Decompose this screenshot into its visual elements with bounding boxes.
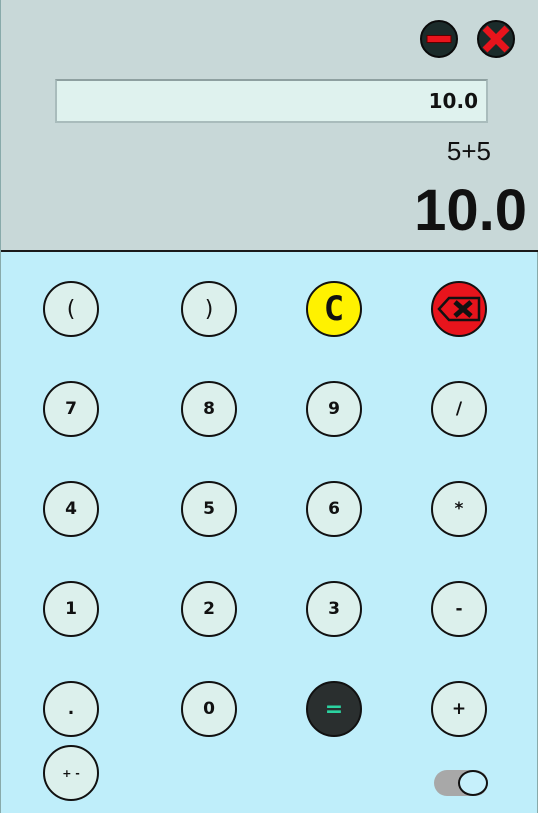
expression-entry[interactable]: [55, 79, 488, 123]
backspace-x-icon: [437, 296, 481, 322]
digit-1-button[interactable]: 1: [43, 581, 99, 637]
multiply-button[interactable]: *: [431, 481, 487, 537]
x-icon: [482, 25, 510, 53]
close-paren-button[interactable]: ): [181, 281, 237, 337]
result-label: 10.0: [414, 178, 527, 243]
calculator-window: 5+5 10.0 ( ) C 7 8 9 / 4 5 6 * 1 2 3 - .…: [0, 0, 538, 813]
theme-toggle-switch[interactable]: [434, 770, 488, 796]
divide-button[interactable]: /: [431, 381, 487, 437]
digit-5-button[interactable]: 5: [181, 481, 237, 537]
decimal-button[interactable]: .: [43, 681, 99, 737]
digit-0-button[interactable]: 0: [181, 681, 237, 737]
digit-3-button[interactable]: 3: [306, 581, 362, 637]
minus-icon: [426, 35, 452, 43]
digit-2-button[interactable]: 2: [181, 581, 237, 637]
digit-7-button[interactable]: 7: [43, 381, 99, 437]
digit-8-button[interactable]: 8: [181, 381, 237, 437]
clear-button[interactable]: C: [306, 281, 362, 337]
add-button[interactable]: +: [431, 681, 487, 737]
plus-minus-button[interactable]: + -: [43, 745, 99, 801]
expression-label: 5+5: [446, 136, 491, 166]
digit-6-button[interactable]: 6: [306, 481, 362, 537]
open-paren-button[interactable]: (: [43, 281, 99, 337]
display-panel: 5+5 10.0: [1, 0, 538, 252]
digit-9-button[interactable]: 9: [306, 381, 362, 437]
equals-button[interactable]: =: [306, 681, 362, 737]
digit-4-button[interactable]: 4: [43, 481, 99, 537]
toggle-knob: [458, 770, 488, 796]
backspace-button[interactable]: [431, 281, 487, 337]
minimize-button[interactable]: [420, 20, 458, 58]
close-button[interactable]: [477, 20, 515, 58]
subtract-button[interactable]: -: [431, 581, 487, 637]
